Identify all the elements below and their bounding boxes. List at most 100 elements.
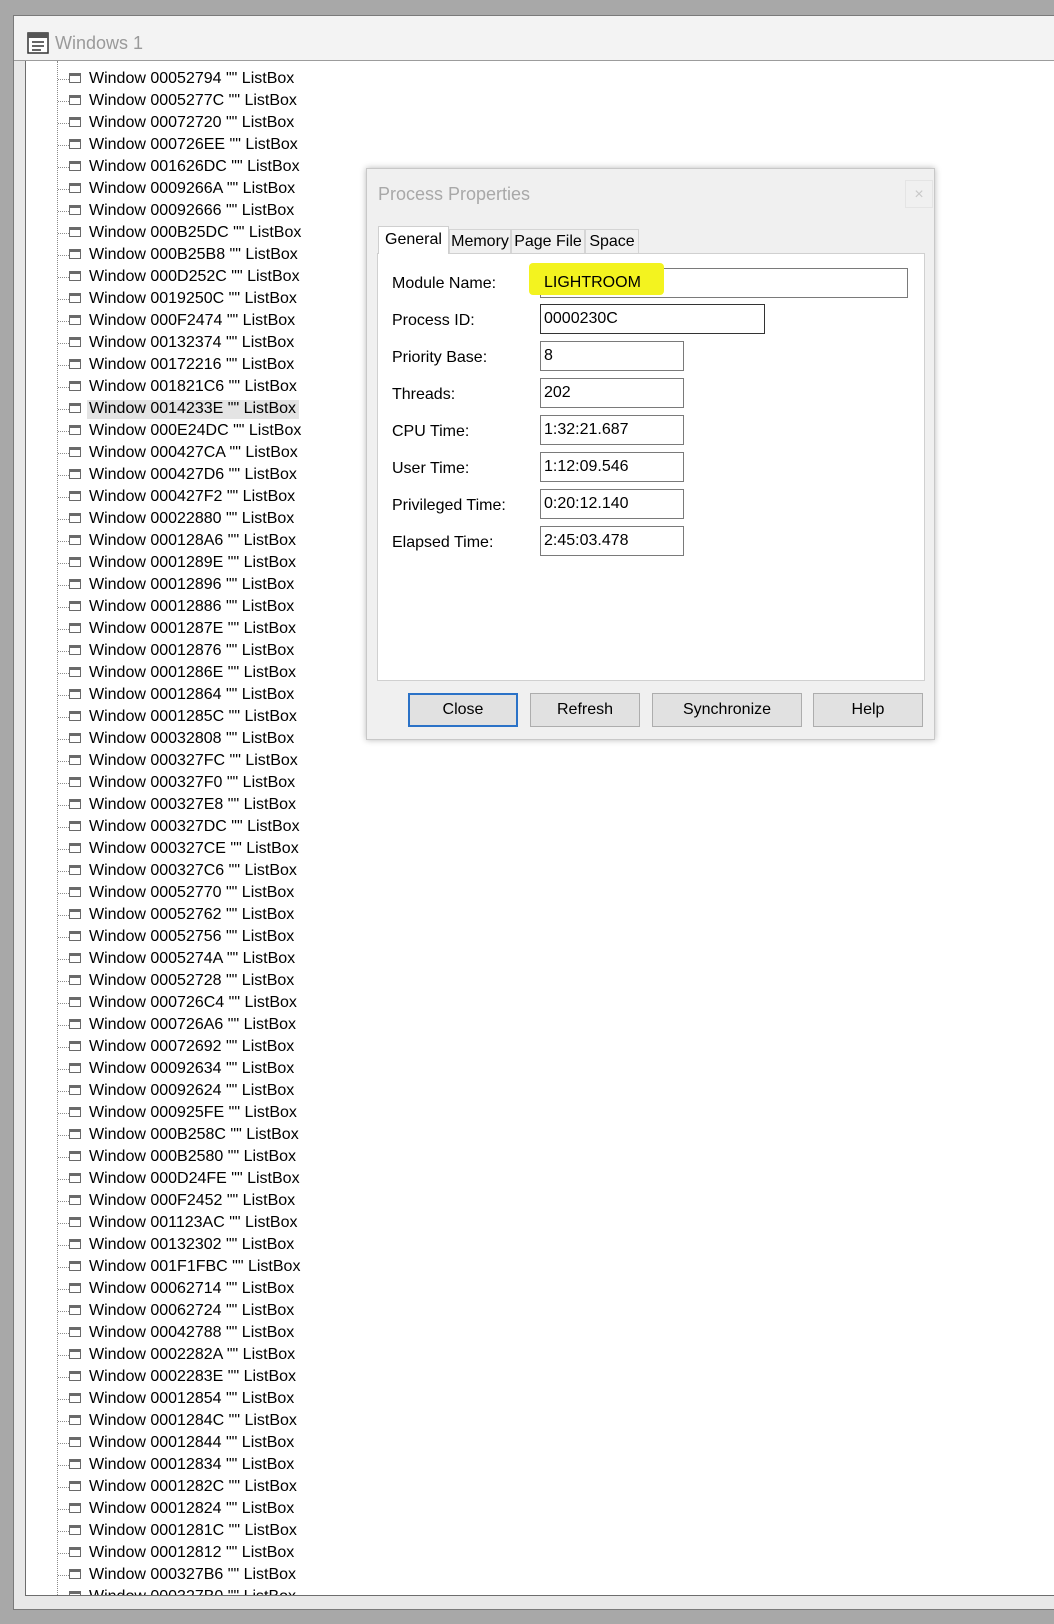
- close-icon[interactable]: ×: [905, 180, 933, 208]
- tree-row[interactable]: Window 00012854 "" ListBox: [26, 1388, 426, 1410]
- tab-space[interactable]: Space: [585, 229, 639, 253]
- tree-row[interactable]: Window 000D24FE "" ListBox: [26, 1168, 426, 1190]
- threads-field[interactable]: 202: [540, 378, 684, 408]
- close-button[interactable]: Close: [408, 693, 518, 727]
- tree-row[interactable]: Window 00062724 "" ListBox: [26, 1300, 426, 1322]
- tree-row[interactable]: Window 000327FC "" ListBox: [26, 750, 426, 772]
- window-icon: [69, 73, 81, 83]
- user-time-field[interactable]: 1:12:09.546: [540, 452, 684, 482]
- tree-row[interactable]: Window 000327E8 "" ListBox: [26, 794, 426, 816]
- tree-row[interactable]: Window 00012844 "" ListBox: [26, 1432, 426, 1454]
- elapsed-time-field[interactable]: 2:45:03.478: [540, 526, 684, 556]
- tree-row-label: Window 00012896 "" ListBox: [89, 576, 295, 593]
- tree-connector: [58, 1091, 69, 1092]
- tree-row[interactable]: Window 000327B6 "" ListBox: [26, 1564, 426, 1586]
- window-icon: [69, 1019, 81, 1029]
- tree-row[interactable]: Window 00072720 "" ListBox: [26, 112, 426, 134]
- tree-connector: [58, 79, 69, 80]
- tree-connector: [58, 1201, 69, 1202]
- tree-row[interactable]: Window 00052728 "" ListBox: [26, 970, 426, 992]
- tree-row[interactable]: Window 000B258C "" ListBox: [26, 1124, 426, 1146]
- tree-row[interactable]: Window 0002283E "" ListBox: [26, 1366, 426, 1388]
- tree-connector: [58, 1113, 69, 1114]
- tree-row[interactable]: Window 0005277C "" ListBox: [26, 90, 426, 112]
- window-icon: [69, 667, 81, 677]
- tree-row[interactable]: Window 000726EE "" ListBox: [26, 134, 426, 156]
- tree-row[interactable]: Window 000B2580 "" ListBox: [26, 1146, 426, 1168]
- tree-row[interactable]: Window 00132302 "" ListBox: [26, 1234, 426, 1256]
- tree-row[interactable]: Window 00012812 "" ListBox: [26, 1542, 426, 1564]
- process-id-label: Process ID:: [392, 312, 475, 329]
- tab-general[interactable]: General: [378, 226, 449, 254]
- tree-row[interactable]: Window 00042788 "" ListBox: [26, 1322, 426, 1344]
- tree-row-label: Window 000327CE "" ListBox: [89, 840, 299, 857]
- tree-row[interactable]: Window 000327F0 "" ListBox: [26, 772, 426, 794]
- tab-memory[interactable]: Memory: [449, 229, 511, 253]
- tree-row-label: Window 00052728 "" ListBox: [89, 972, 295, 989]
- tree-row[interactable]: Window 00012834 "" ListBox: [26, 1454, 426, 1476]
- synchronize-button[interactable]: Synchronize: [652, 693, 802, 727]
- tree-row[interactable]: Window 000327B0 "" ListBox: [26, 1586, 426, 1595]
- tree-row-label: Window 0001284C "" ListBox: [89, 1412, 297, 1429]
- tree-row-label: Window 0005274A "" ListBox: [89, 950, 296, 967]
- tree-row[interactable]: Window 000327CE "" ListBox: [26, 838, 426, 860]
- tree-row[interactable]: Window 00062714 "" ListBox: [26, 1278, 426, 1300]
- window-icon: [69, 381, 81, 391]
- tree-row[interactable]: Window 0001282C "" ListBox: [26, 1476, 426, 1498]
- tree-connector: [58, 783, 69, 784]
- tree-row[interactable]: Window 000726A6 "" ListBox: [26, 1014, 426, 1036]
- tree-row[interactable]: Window 001123AC "" ListBox: [26, 1212, 426, 1234]
- tree-row[interactable]: Window 000327DC "" ListBox: [26, 816, 426, 838]
- window-icon: [69, 777, 81, 787]
- tree-row[interactable]: Window 001F1FBC "" ListBox: [26, 1256, 426, 1278]
- tree-row[interactable]: Window 00052762 "" ListBox: [26, 904, 426, 926]
- window-icon: [69, 1591, 81, 1595]
- tab-page-file[interactable]: Page File: [511, 229, 585, 253]
- tree-connector: [58, 1553, 69, 1554]
- tree-row-label: Window 0014233E "" ListBox: [87, 400, 300, 419]
- mdi-titlebar[interactable]: Windows 1: [14, 16, 1054, 61]
- tree-connector: [58, 167, 69, 168]
- tree-row[interactable]: Window 00092634 "" ListBox: [26, 1058, 426, 1080]
- privileged-time-label: Privileged Time:: [392, 497, 506, 514]
- refresh-button[interactable]: Refresh: [530, 693, 640, 727]
- tree-row[interactable]: Window 000F2452 "" ListBox: [26, 1190, 426, 1212]
- tree-connector: [58, 607, 69, 608]
- window-icon: [69, 117, 81, 127]
- tree-row[interactable]: Window 00052756 "" ListBox: [26, 926, 426, 948]
- window-icon: [69, 491, 81, 501]
- tree-row[interactable]: Window 0001284C "" ListBox: [26, 1410, 426, 1432]
- tree-row-label: Window 00052756 "" ListBox: [89, 928, 295, 945]
- privileged-time-field[interactable]: 0:20:12.140: [540, 489, 684, 519]
- threads-label: Threads:: [392, 386, 456, 403]
- tree-row[interactable]: Window 0005274A "" ListBox: [26, 948, 426, 970]
- help-button[interactable]: Help: [813, 693, 923, 727]
- module-name-field[interactable]: LIGHTROOM: [529, 263, 908, 298]
- tree-row-label: Window 000D252C "" ListBox: [89, 268, 300, 285]
- tree-connector: [58, 321, 69, 322]
- tree-connector: [58, 189, 69, 190]
- window-icon: [69, 1151, 81, 1161]
- tree-row[interactable]: Window 00092624 "" ListBox: [26, 1080, 426, 1102]
- tree-row[interactable]: Window 000327C6 "" ListBox: [26, 860, 426, 882]
- tree-connector: [58, 233, 69, 234]
- tree-row[interactable]: Window 00072692 "" ListBox: [26, 1036, 426, 1058]
- window-icon: [69, 95, 81, 105]
- tree-row-label: Window 000427CA "" ListBox: [89, 444, 298, 461]
- tree-connector: [58, 277, 69, 278]
- tree-row[interactable]: Window 000925FE "" ListBox: [26, 1102, 426, 1124]
- tree-row[interactable]: Window 0002282A "" ListBox: [26, 1344, 426, 1366]
- cpu-time-field[interactable]: 1:32:21.687: [540, 415, 684, 445]
- tree-row[interactable]: Window 000726C4 "" ListBox: [26, 992, 426, 1014]
- tree-row-label: Window 0005277C "" ListBox: [89, 92, 297, 109]
- tree-row-label: Window 000427F2 "" ListBox: [89, 488, 296, 505]
- tree-row[interactable]: Window 0001281C "" ListBox: [26, 1520, 426, 1542]
- process-id-field[interactable]: 0000230C: [540, 304, 765, 334]
- tree-connector: [58, 145, 69, 146]
- priority-base-field[interactable]: 8: [540, 341, 684, 371]
- tree-connector: [58, 255, 69, 256]
- window-icon: [69, 623, 81, 633]
- tree-row[interactable]: Window 00052770 "" ListBox: [26, 882, 426, 904]
- tree-row[interactable]: Window 00052794 "" ListBox: [26, 68, 426, 90]
- tree-row[interactable]: Window 00012824 "" ListBox: [26, 1498, 426, 1520]
